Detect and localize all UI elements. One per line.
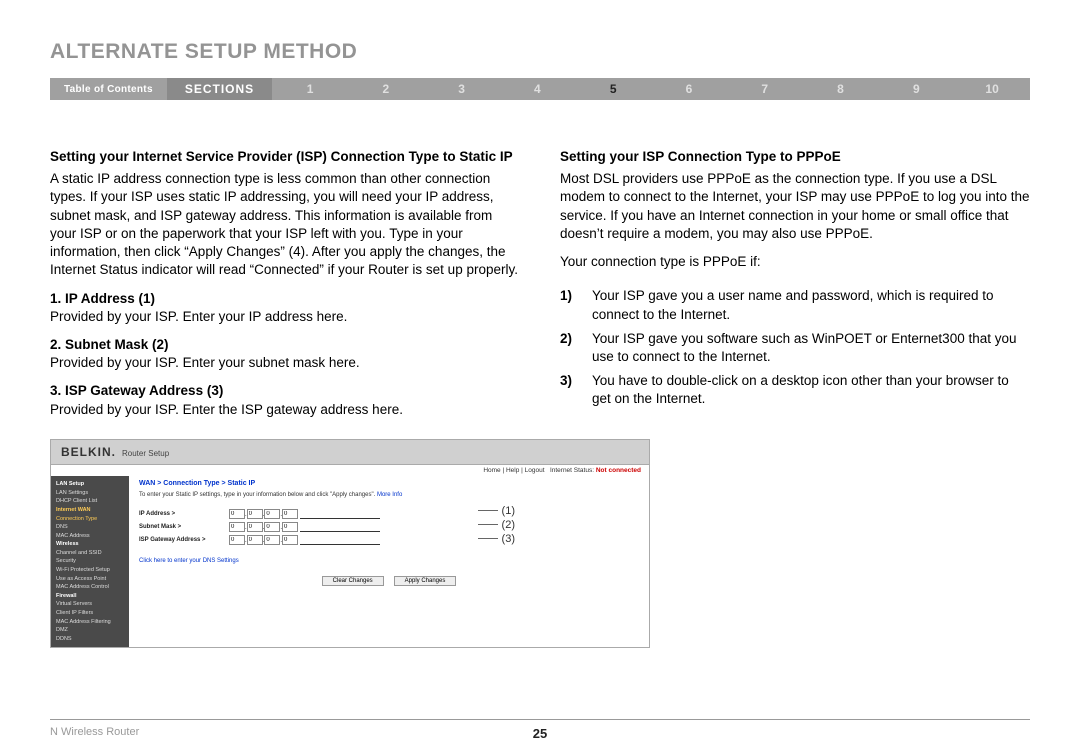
static-ip-paragraph: A static IP address connection type is l… xyxy=(50,170,520,279)
field-label-ip: 1. IP Address (1) xyxy=(50,290,520,308)
content-area: Setting your Internet Service Provider (… xyxy=(0,100,1080,429)
pppoe-item-2: 2) Your ISP gave you software such as Wi… xyxy=(560,330,1030,366)
nav-section-5[interactable]: 5 xyxy=(575,82,651,96)
pppoe-num-1: 1) xyxy=(560,287,592,323)
nav-toc-link[interactable]: Table of Contents xyxy=(50,84,167,95)
side-dmz[interactable]: DMZ xyxy=(51,626,129,635)
side-firewall: Firewall xyxy=(51,592,129,601)
right-column: Setting your ISP Connection Type to PPPo… xyxy=(560,148,1030,429)
static-ip-heading: Setting your Internet Service Provider (… xyxy=(50,148,520,166)
pppoe-heading: Setting your ISP Connection Type to PPPo… xyxy=(560,148,1030,166)
page-footer: N Wireless Router 25 xyxy=(50,719,1030,738)
field-label-subnet: 2. Subnet Mask (2) xyxy=(50,336,520,354)
callout-3: (3) xyxy=(478,533,515,545)
gw-octet-2[interactable] xyxy=(247,535,263,545)
side-mac[interactable]: MAC Address xyxy=(51,531,129,540)
router-brand: BELKIN. xyxy=(61,445,116,459)
side-dhcp[interactable]: DHCP Client List xyxy=(51,497,129,506)
callout-2: (2) xyxy=(478,519,515,531)
gw-octet-4[interactable] xyxy=(282,535,298,545)
router-instructions: To enter your Static IP settings, type i… xyxy=(139,492,639,498)
router-statusbar: Home | Help | Logout Internet Status: No… xyxy=(51,465,649,476)
side-security[interactable]: Security xyxy=(51,557,129,566)
nav-section-2[interactable]: 2 xyxy=(348,82,424,96)
side-internet-wan: Internet WAN xyxy=(51,506,129,515)
label-subnet-mask: Subnet Mask > xyxy=(139,522,229,532)
pppoe-item-1: 1) Your ISP gave you a user name and pas… xyxy=(560,287,1030,323)
page-title: ALTERNATE SETUP METHOD xyxy=(0,0,1080,78)
side-wps[interactable]: Wi-Fi Protected Setup xyxy=(51,566,129,575)
ip-octet-3[interactable] xyxy=(264,509,280,519)
side-wireless: Wireless xyxy=(51,540,129,549)
side-vservers[interactable]: Virtual Servers xyxy=(51,600,129,609)
nav-section-4[interactable]: 4 xyxy=(500,82,576,96)
router-sidebar: LAN Setup LAN Settings DHCP Client List … xyxy=(51,476,129,647)
pppoe-num-2: 2) xyxy=(560,330,592,366)
router-header: BELKIN. Router Setup xyxy=(51,440,649,465)
ip-octet-1[interactable] xyxy=(229,509,245,519)
subnet-octet-3[interactable] xyxy=(264,522,280,532)
pppoe-paragraph: Most DSL providers use PPPoE as the conn… xyxy=(560,170,1030,243)
router-subtitle: Router Setup xyxy=(122,449,169,458)
router-status-value: Not connected xyxy=(596,467,641,474)
dns-settings-link[interactable]: Click here to enter your DNS Settings xyxy=(139,558,639,564)
apply-changes-button[interactable]: Apply Changes xyxy=(394,576,457,586)
nav-section-9[interactable]: 9 xyxy=(878,82,954,96)
side-maccontrol[interactable]: MAC Address Control xyxy=(51,583,129,592)
pppoe-item-3: 3) You have to double-click on a desktop… xyxy=(560,372,1030,408)
side-macfilter[interactable]: MAC Address Filtering xyxy=(51,617,129,626)
gateway-fields: ... xyxy=(229,535,386,545)
nav-section-6[interactable]: 6 xyxy=(651,82,727,96)
nav-section-7[interactable]: 7 xyxy=(727,82,803,96)
side-lan-setup: LAN Setup xyxy=(51,480,129,489)
ip-octet-4[interactable] xyxy=(282,509,298,519)
nav-bar: Table of Contents SECTIONS 1 2 3 4 5 6 7… xyxy=(50,78,1030,100)
more-info-link[interactable]: More Info xyxy=(377,492,402,498)
clear-changes-button[interactable]: Clear Changes xyxy=(322,576,384,586)
nav-sections-label: SECTIONS xyxy=(167,78,272,100)
pppoe-text-2: Your ISP gave you software such as WinPO… xyxy=(592,330,1030,366)
side-dns[interactable]: DNS xyxy=(51,523,129,532)
router-status-label: Internet Status: xyxy=(550,467,594,474)
subnet-octet-4[interactable] xyxy=(282,522,298,532)
pppoe-num-3: 3) xyxy=(560,372,592,408)
router-main: WAN > Connection Type > Static IP To ent… xyxy=(129,476,649,647)
nav-section-10[interactable]: 10 xyxy=(954,82,1030,96)
field-desc-subnet: Provided by your ISP. Enter your subnet … xyxy=(50,354,520,372)
side-ddns[interactable]: DDNS xyxy=(51,635,129,644)
label-ip-address: IP Address > xyxy=(139,509,229,519)
router-breadcrumb: WAN > Connection Type > Static IP xyxy=(139,480,639,487)
left-column: Setting your Internet Service Provider (… xyxy=(50,148,520,429)
page-number: 25 xyxy=(533,726,547,741)
side-connection-type[interactable]: Connection Type xyxy=(51,514,129,523)
pppoe-list: 1) Your ISP gave you a user name and pas… xyxy=(560,281,1030,414)
side-ipfilters[interactable]: Client IP Filters xyxy=(51,609,129,618)
field-label-gateway: 3. ISP Gateway Address (3) xyxy=(50,382,520,400)
side-channel[interactable]: Channel and SSID xyxy=(51,549,129,558)
nav-section-8[interactable]: 8 xyxy=(803,82,879,96)
ip-octet-2[interactable] xyxy=(247,509,263,519)
pppoe-intro: Your connection type is PPPoE if: xyxy=(560,253,1030,271)
pppoe-text-1: Your ISP gave you a user name and passwo… xyxy=(592,287,1030,323)
pppoe-text-3: You have to double-click on a desktop ic… xyxy=(592,372,1030,408)
callout-1: (1) xyxy=(478,505,515,517)
gw-octet-1[interactable] xyxy=(229,535,245,545)
nav-section-3[interactable]: 3 xyxy=(424,82,500,96)
field-desc-gateway: Provided by your ISP. Enter the ISP gate… xyxy=(50,401,520,419)
side-ap[interactable]: Use as Access Point xyxy=(51,574,129,583)
nav-section-1[interactable]: 1 xyxy=(272,82,348,96)
side-lan-settings[interactable]: LAN Settings xyxy=(51,488,129,497)
field-desc-ip: Provided by your ISP. Enter your IP addr… xyxy=(50,308,520,326)
router-status-links[interactable]: Home | Help | Logout xyxy=(483,467,544,474)
router-screenshot: BELKIN. Router Setup Home | Help | Logou… xyxy=(50,439,650,648)
gw-octet-3[interactable] xyxy=(264,535,280,545)
subnet-octet-1[interactable] xyxy=(229,522,245,532)
ip-address-fields: ... xyxy=(229,509,386,519)
subnet-fields: ... xyxy=(229,522,386,532)
subnet-octet-2[interactable] xyxy=(247,522,263,532)
label-gateway: ISP Gateway Address > xyxy=(139,535,229,545)
footer-product: N Wireless Router xyxy=(50,726,139,738)
